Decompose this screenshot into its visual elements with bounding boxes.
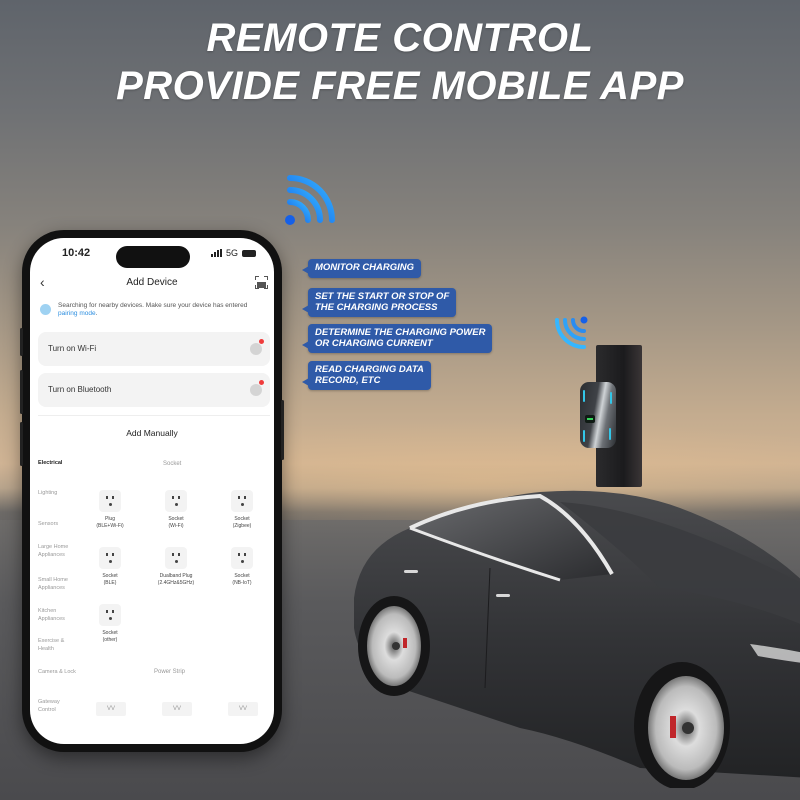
category-small-home-appliances[interactable]: Small Home Appliances (38, 577, 78, 592)
phone-volume-button (20, 370, 23, 414)
nav-bar: ‹ Add Device (30, 272, 274, 296)
phone-volume-button (20, 422, 23, 466)
device-socket-other[interactable]: Socket (other) (82, 604, 138, 643)
category-exercise-health[interactable]: Exercise & Health (38, 638, 78, 653)
turn-on-wifi-button[interactable]: Turn on Wi-Fi (38, 332, 270, 366)
category-large-home-appliances[interactable]: Large Home Appliances (38, 544, 78, 559)
feature-text: READ CHARGING DATA (315, 364, 424, 375)
turn-on-bluetooth-button[interactable]: Turn on Bluetooth (38, 373, 270, 407)
device-sub: (BLE+Wi-Fi) (96, 522, 124, 529)
category-kitchen-appliances[interactable]: Kitchen Appliances (38, 608, 78, 623)
device-sub: (NB-IoT) (232, 579, 252, 586)
category-electrical[interactable]: Electrical (38, 460, 78, 468)
feature-text: SET THE START OR STOP OF (315, 291, 450, 302)
page-title: Add Device (126, 277, 178, 288)
phone-power-button (281, 400, 284, 460)
device-name: Socket (234, 573, 250, 579)
socket-icon (231, 490, 253, 512)
device-socket-wifi[interactable]: Socket (Wi-Fi) (148, 490, 204, 529)
power-strip-item[interactable]: VV (228, 702, 258, 716)
socket-icon (231, 547, 253, 569)
wifi-status-icon (250, 343, 262, 355)
signal-icon (210, 249, 222, 257)
feature-text: DETERMINE THE CHARGING POWER (315, 327, 486, 338)
device-socket-zigbee[interactable]: Socket (Zigbee) (214, 490, 270, 529)
socket-icon (99, 490, 121, 512)
divider (38, 415, 270, 416)
category-gateway-control[interactable]: Gateway Control (38, 699, 78, 714)
device-sub: (Zigbee) (232, 522, 252, 529)
feature-data-record: READ CHARGING DATA RECORD, ETC (302, 361, 431, 390)
feature-text: OR CHARGING CURRENT (315, 337, 433, 349)
device-name: Dualband Plug (159, 573, 193, 579)
wifi-icon (555, 316, 588, 349)
feature-text: MONITOR CHARGING (315, 262, 415, 273)
device-sub: (Wi-Fi) (168, 522, 184, 529)
socket-icon (165, 490, 187, 512)
socket-icon (99, 604, 121, 626)
device-sub: (BLE) (103, 579, 117, 586)
device-sub: (other) (102, 636, 118, 643)
device-name: Socket (102, 573, 118, 579)
ev-charger (580, 382, 616, 448)
feature-monitor-charging: MONITOR CHARGING (301, 259, 422, 278)
headline-line-2: PROVIDE FREE MOBILE APP (116, 64, 684, 108)
headline-line-1: REMOTE CONTROL (206, 16, 594, 60)
status-indicators: 5G (210, 248, 256, 258)
alert-badge (259, 339, 264, 344)
phone-side-button (20, 328, 23, 356)
device-sub: (2.4GHz&5GHz) (157, 579, 195, 586)
network-label: 5G (225, 248, 238, 258)
device-dualband-plug[interactable]: Dualband Plug (2.4GHz&5GHz) (148, 547, 204, 586)
phone-mockup: 10:42 5G ‹ Add Device Searching for near… (20, 230, 284, 752)
pairing-mode-link[interactable]: pairing mode (58, 310, 96, 317)
wifi-icon (285, 175, 335, 225)
feature-text: RECORD, ETC (315, 374, 381, 386)
device-socket-nbiot[interactable]: Socket (NB-IoT) (214, 547, 270, 586)
power-strip-item[interactable]: VV (96, 702, 126, 716)
category-sensors[interactable]: Sensors (38, 521, 78, 529)
alert-badge (259, 380, 264, 385)
searching-text: Searching for nearby devices. Make sure … (58, 302, 248, 309)
device-plug-ble-wifi[interactable]: Plug (BLE+Wi-Fi) (82, 490, 138, 529)
turn-on-bluetooth-label: Turn on Bluetooth (48, 385, 112, 394)
battery-icon (242, 249, 256, 257)
searching-notice: Searching for nearby devices. Make sure … (40, 302, 266, 318)
socket-icon (165, 547, 187, 569)
section-power-strip: Power Strip (154, 669, 186, 675)
electric-car (354, 490, 800, 788)
category-lighting[interactable]: Lighting (38, 490, 78, 498)
section-socket: Socket (163, 461, 182, 467)
turn-on-wifi-label: Turn on Wi-Fi (48, 344, 97, 353)
scan-icon[interactable] (255, 276, 268, 289)
add-manually-heading: Add Manually (126, 428, 178, 438)
power-strip-item[interactable]: VV (162, 702, 192, 716)
feature-text: THE CHARGING PROCESS (315, 301, 438, 313)
status-time: 10:42 (62, 247, 91, 259)
feature-charging-power: DETERMINE THE CHARGING POWER OR CHARGING… (301, 324, 493, 353)
bluetooth-status-icon (250, 384, 262, 396)
socket-icon (99, 547, 121, 569)
device-name: Socket (102, 630, 118, 636)
device-name: Plug (104, 516, 115, 522)
searching-spinner-icon (40, 304, 51, 315)
feature-start-stop: SET THE START OR STOP OF THE CHARGING PR… (301, 288, 457, 317)
dynamic-island (116, 246, 190, 268)
device-name: Socket (168, 516, 184, 522)
app-screen: 10:42 5G ‹ Add Device Searching for near… (30, 238, 274, 744)
device-socket-ble[interactable]: Socket (BLE) (82, 547, 138, 586)
device-name: Socket (234, 516, 250, 522)
category-camera-lock[interactable]: Camera & Lock (38, 669, 78, 677)
searching-suffix: . (95, 310, 98, 317)
